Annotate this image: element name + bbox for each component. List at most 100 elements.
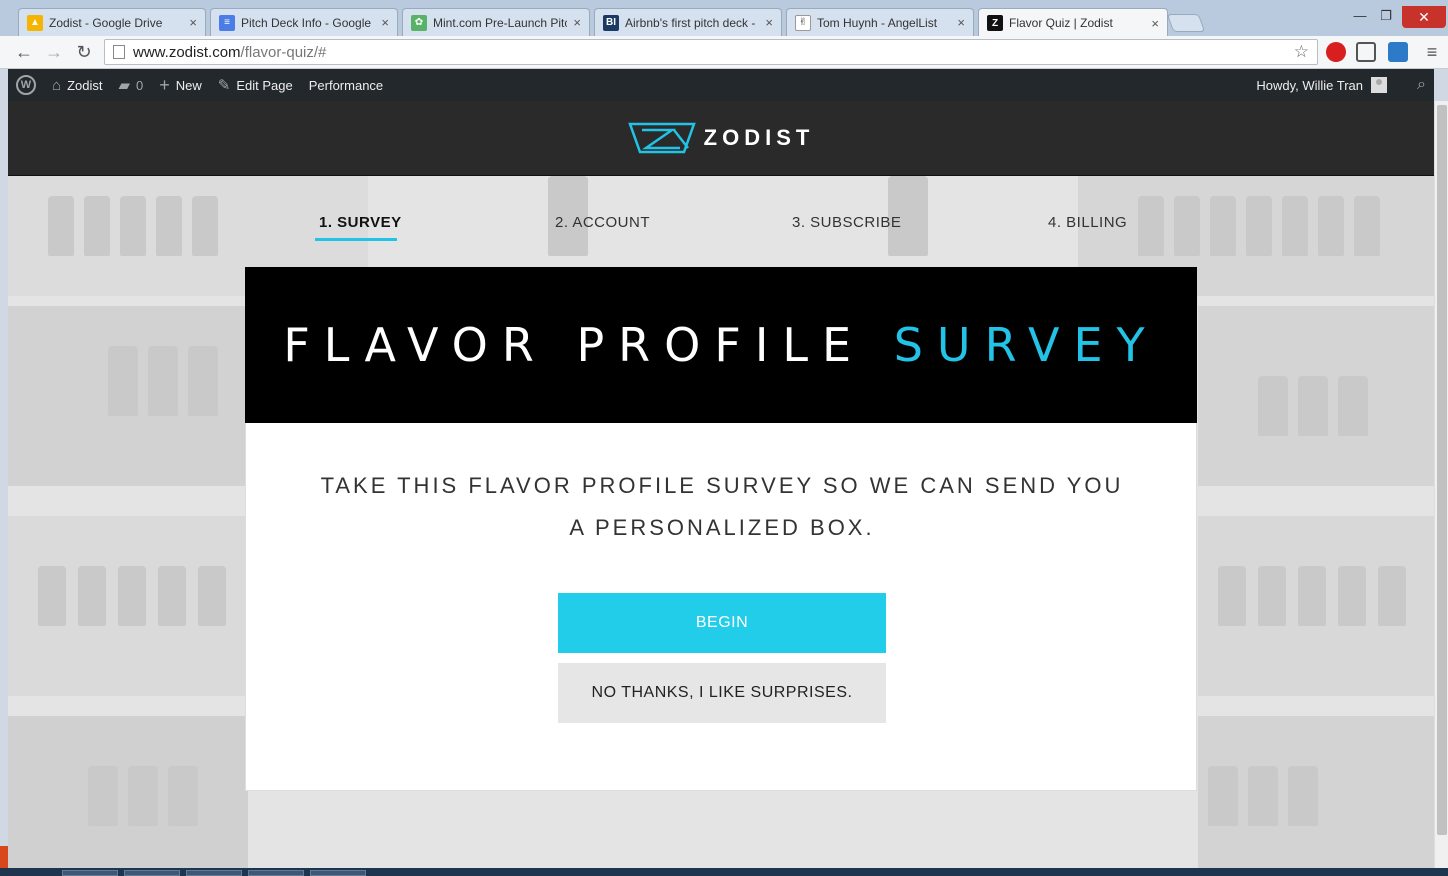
google-drive-icon: ▲ (27, 14, 43, 31)
bg-bottle (78, 566, 106, 626)
bg-bottle (1288, 766, 1318, 826)
wordpress-logo-icon: W (16, 75, 36, 95)
performance-link[interactable]: Performance (301, 69, 391, 101)
back-arrow-icon[interactable]: ← (12, 40, 36, 64)
step-billing[interactable]: 4. BILLING (1048, 214, 1127, 231)
bg-bottle (128, 766, 158, 826)
comments-count: 0 (136, 77, 144, 93)
search-icon: ⌕ (1417, 76, 1426, 93)
browser-tab-airbnb[interactable]: BI Airbnb's first pitch deck - × (594, 8, 782, 36)
comment-icon: ▰ (118, 77, 131, 94)
address-bar[interactable]: www.zodist.com/flavor-quiz/# ☆ (104, 39, 1318, 65)
site-name-link[interactable]: ⌂ Zodist (44, 69, 110, 101)
taskbar-app-button[interactable] (248, 870, 304, 876)
taskbar-chrome-button[interactable] (62, 870, 118, 876)
bg-bottle (192, 196, 218, 256)
tab-label: Pitch Deck Info - Google D (241, 15, 376, 30)
close-icon[interactable]: × (765, 15, 773, 30)
bg-bottle (1138, 196, 1164, 256)
pencil-icon: ✎ (217, 77, 231, 94)
window-close-icon[interactable]: ✕ (1402, 6, 1446, 28)
tab-label: Airbnb's first pitch deck - (625, 15, 756, 30)
skip-survey-button[interactable]: NO THANKS, I LIKE SURPRISES. (558, 663, 886, 723)
bg-bottle (118, 566, 146, 626)
browser-tab-flavor-quiz[interactable]: Z Flavor Quiz | Zodist × (978, 8, 1168, 37)
step-survey[interactable]: 1. SURVEY (319, 214, 402, 231)
bg-bottle (1210, 196, 1236, 256)
bg-bottle (1338, 566, 1366, 626)
comments-link[interactable]: ▰ 0 (110, 69, 151, 101)
title-accent: SURVEY (893, 318, 1159, 372)
close-icon[interactable]: × (1151, 16, 1159, 31)
bg-bottle (1298, 376, 1328, 436)
bg-bottle (1354, 196, 1380, 256)
bg-bottle (1208, 766, 1238, 826)
restore-icon[interactable]: ❐ (1372, 6, 1400, 26)
step-subscribe[interactable]: 3. SUBSCRIBE (792, 214, 901, 231)
edit-page-link[interactable]: ✎ Edit Page (210, 69, 301, 101)
reload-icon[interactable]: ↻ (72, 40, 96, 64)
wp-admin-bar: W ⌂ Zodist ▰ 0 + New ✎ Edit Page Perform… (8, 69, 1434, 101)
bg-bottle (120, 196, 146, 256)
home-icon: ⌂ (52, 76, 62, 94)
account-menu[interactable]: Howdy, Willie Tran (1248, 69, 1409, 101)
browser-tab-mint[interactable]: ✿ Mint.com Pre-Launch Pitc × (402, 8, 590, 36)
scrollbar-thumb[interactable] (1437, 105, 1447, 835)
new-tab-button[interactable] (1166, 14, 1206, 32)
admin-search[interactable]: ⌕ (1409, 69, 1434, 101)
page-scrollbar[interactable] (1434, 101, 1448, 868)
browser-toolbar: ← → ↻ www.zodist.com/flavor-quiz/# ☆ ≡ (0, 36, 1448, 69)
bg-bottle (1298, 566, 1326, 626)
browser-tab-zodist-drive[interactable]: ▲ Zodist - Google Drive × (18, 8, 206, 36)
bg-bottle (1318, 196, 1344, 256)
survey-title-banner: FLAVOR PROFILE SURVEY (245, 267, 1197, 423)
page-title: FLAVOR PROFILE SURVEY (283, 318, 1158, 372)
menu-icon[interactable]: ≡ (1420, 40, 1444, 64)
bookmark-star-icon[interactable]: ☆ (1294, 42, 1309, 62)
taskbar-app-button[interactable] (310, 870, 366, 876)
close-icon[interactable]: × (573, 15, 581, 30)
plus-icon: + (159, 74, 170, 95)
url-host: www.zodist.com (133, 43, 241, 61)
greeting: Howdy, Willie Tran (1256, 77, 1364, 93)
browser-tab-angellist[interactable]: ✌ Tom Huynh - AngelList × (786, 8, 974, 36)
step-account[interactable]: 2. ACCOUNT (555, 214, 650, 231)
wp-menu[interactable]: W (8, 69, 44, 101)
extension-adblock-icon[interactable] (1326, 42, 1346, 62)
taskbar-app-button[interactable] (186, 870, 242, 876)
bg-bottle (1258, 376, 1288, 436)
bg-bottle (1338, 376, 1368, 436)
cast-icon[interactable] (1356, 42, 1376, 62)
begin-button[interactable]: BEGIN (558, 593, 886, 653)
intro-line-2: A PERSONALIZED BOX. (569, 515, 875, 540)
close-icon[interactable]: × (189, 15, 197, 30)
forward-arrow-icon[interactable]: → (42, 40, 66, 64)
minimize-icon[interactable]: — (1346, 6, 1374, 26)
taskbar-app-button[interactable] (124, 870, 180, 876)
new-label: New (175, 77, 202, 93)
bg-bottle (88, 766, 118, 826)
zodist-logo-icon (627, 122, 696, 154)
close-icon[interactable]: × (957, 15, 965, 30)
zodist-logo[interactable]: ZODIST (627, 120, 815, 156)
performance-label: Performance (308, 77, 384, 93)
business-insider-icon: BI (603, 14, 619, 31)
tab-label: Zodist - Google Drive (49, 15, 163, 30)
bg-bottle (1258, 566, 1286, 626)
site-header: ZODIST (8, 101, 1434, 176)
bg-bottle (1218, 566, 1246, 626)
tab-label: Mint.com Pre-Launch Pitc (433, 15, 568, 30)
title-main: FLAVOR PROFILE (283, 318, 866, 372)
bg-bottle (1174, 196, 1200, 256)
bg-bottle (84, 196, 110, 256)
bg-bottle (158, 566, 186, 626)
close-icon[interactable]: × (381, 15, 389, 30)
os-taskbar (0, 868, 1448, 876)
bg-bottle (148, 346, 178, 416)
bg-bottle (156, 196, 182, 256)
browser-tab-pitch-deck[interactable]: ≡ Pitch Deck Info - Google D × (210, 8, 398, 36)
new-content-link[interactable]: + New (151, 69, 210, 101)
extension-s-icon[interactable] (1388, 42, 1408, 62)
bg-bottle (168, 766, 198, 826)
intro-line-1: TAKE THIS FLAVOR PROFILE SURVEY SO WE CA… (320, 473, 1124, 498)
